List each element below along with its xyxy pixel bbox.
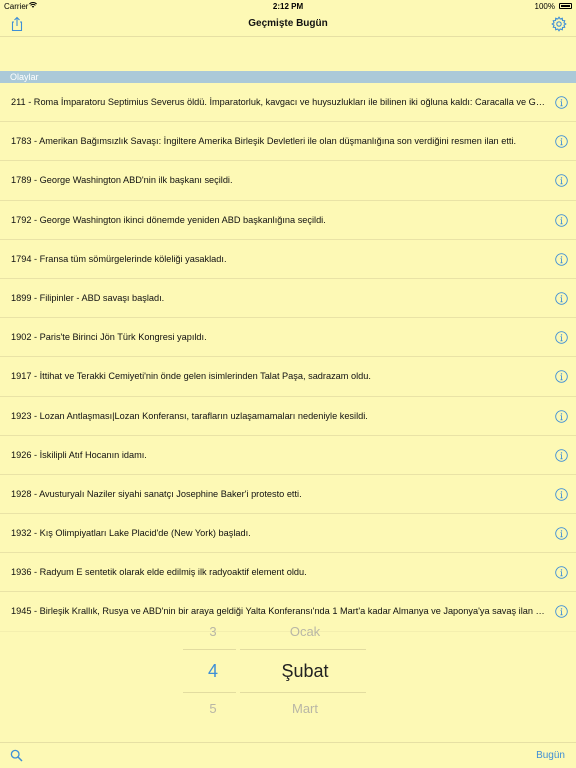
event-text: 1917 - İttihat ve Terakki Cemiyeti'nin ö… (11, 371, 371, 382)
event-row[interactable]: 1926 - İskilipli Atıf Hocanın idamı. (0, 436, 576, 475)
event-row[interactable]: 1902 - Paris'te Birinci Jön Türk Kongres… (0, 318, 576, 358)
info-icon[interactable] (555, 174, 568, 188)
event-text: 1899 - Filipinler - ABD savaşı başladı. (11, 292, 165, 303)
picker-month-previous[interactable]: Ocak (245, 624, 365, 639)
navigation-bar: Geçmişte Bugün (0, 13, 576, 37)
event-row[interactable]: 1794 - Fransa tüm sömürgelerinde köleliğ… (0, 240, 576, 279)
info-icon[interactable] (555, 370, 568, 384)
event-text: 1926 - İskilipli Atıf Hocanın idamı. (11, 449, 147, 460)
settings-button[interactable] (551, 16, 567, 32)
info-icon[interactable] (555, 331, 568, 344)
search-button[interactable] (10, 749, 23, 762)
battery-icon (559, 3, 572, 9)
info-icon[interactable] (555, 213, 568, 227)
info-icon[interactable] (555, 135, 568, 148)
event-text: 1902 - Paris'te Birinci Jön Türk Kongres… (11, 332, 207, 343)
info-icon[interactable] (555, 448, 568, 462)
today-button[interactable]: Bugün (536, 743, 565, 768)
event-text: 1928 - Avusturyalı Naziler siyahi sanatç… (11, 488, 302, 499)
bottom-toolbar: Bugün (0, 742, 576, 768)
event-row[interactable]: 1928 - Avusturyalı Naziler siyahi sanatç… (0, 475, 576, 515)
picker-day-next[interactable]: 5 (183, 701, 243, 716)
event-row[interactable]: 1792 - George Washington ikinci dönemde … (0, 201, 576, 240)
search-icon (10, 749, 23, 762)
date-picker[interactable]: 3 4 5 Ocak Şubat Mart (0, 620, 576, 740)
info-icon[interactable] (555, 292, 568, 305)
section-header-events: Olaylar (0, 71, 576, 83)
event-list: 211 - Roma İmparatoru Septimius Severus … (0, 83, 576, 632)
info-icon[interactable] (555, 527, 568, 540)
battery-percent: 100% (534, 2, 555, 11)
event-row[interactable]: 1932 - Kış Olimpiyatları Lake Placid'de … (0, 514, 576, 554)
event-text: 1936 - Radyum E sentetik olarak elde edi… (11, 567, 307, 578)
event-row[interactable]: 1923 - Lozan Antlaşması|Lozan Konferansı… (0, 397, 576, 436)
info-icon[interactable] (555, 566, 568, 580)
gear-icon (551, 16, 567, 32)
info-icon[interactable] (555, 252, 568, 266)
picker-day-previous[interactable]: 3 (183, 624, 243, 639)
event-row[interactable]: 1936 - Radyum E sentetik olarak elde edi… (0, 553, 576, 593)
status-bar: Carrier 2:12 PM 100% (0, 0, 576, 13)
event-row[interactable]: 1899 - Filipinler - ABD savaşı başladı. (0, 279, 576, 319)
event-text: 1932 - Kış Olimpiyatları Lake Placid'de … (11, 528, 251, 539)
info-icon[interactable] (555, 96, 568, 109)
status-time: 2:12 PM (272, 2, 304, 11)
event-row[interactable]: 1783 - Amerikan Bağımsızlık Savaşı: İngi… (0, 122, 576, 162)
event-row[interactable]: 1917 - İttihat ve Terakki Cemiyeti'nin ö… (0, 357, 576, 397)
page-title: Geçmişte Bugün (248, 18, 328, 29)
event-row[interactable]: 211 - Roma İmparatoru Septimius Severus … (0, 83, 576, 123)
event-text: 211 - Roma İmparatoru Septimius Severus … (11, 97, 548, 107)
event-text: 1794 - Fransa tüm sömürgelerinde köleliğ… (11, 253, 227, 264)
info-icon[interactable] (555, 409, 568, 423)
picker-month-next[interactable]: Mart (245, 701, 365, 716)
picker-month-selected[interactable]: Şubat (245, 661, 365, 682)
event-text: 1789 - George Washington ABD'nin ilk baş… (11, 175, 233, 186)
event-text: 1923 - Lozan Antlaşması|Lozan Konferansı… (11, 410, 368, 421)
event-row[interactable]: 1789 - George Washington ABD'nin ilk baş… (0, 161, 576, 201)
info-icon[interactable] (555, 605, 568, 619)
info-icon[interactable] (555, 488, 568, 501)
picker-day-selected[interactable]: 4 (183, 661, 243, 682)
event-text: 1783 - Amerikan Bağımsızlık Savaşı: İngi… (11, 136, 517, 147)
event-text: 1792 - George Washington ikinci dönemde … (11, 214, 326, 225)
